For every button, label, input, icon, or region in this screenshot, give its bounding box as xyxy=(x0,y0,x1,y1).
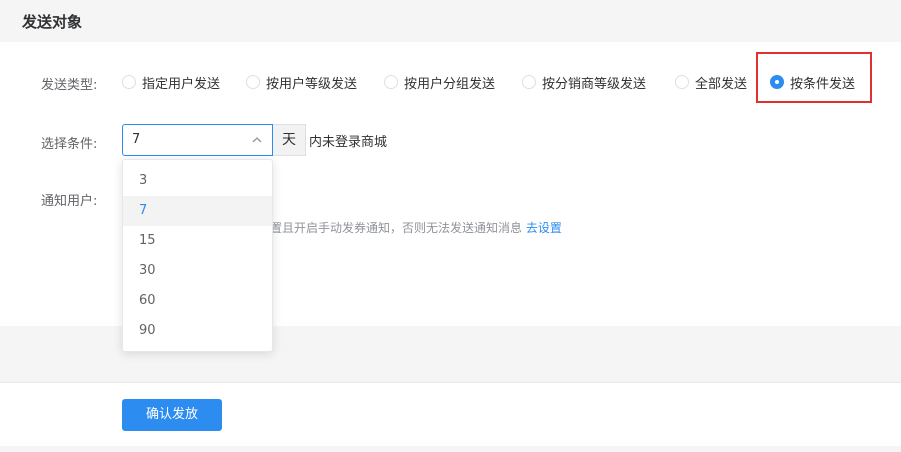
radio-by-user-group[interactable]: 按用户分组发送 xyxy=(384,72,495,92)
section-title: 发送对象 xyxy=(22,13,83,31)
select-value: 7 xyxy=(132,132,141,147)
notify-label: 通知用户: xyxy=(41,194,98,209)
notify-hint-text: 置且开启手动发券通知，否则无法发送通知消息 xyxy=(270,221,523,235)
condition-days-dropdown: 3 7 15 30 60 90 xyxy=(122,159,273,352)
condition-label: 选择条件: xyxy=(41,137,98,152)
radio-label: 全部发送 xyxy=(695,76,748,92)
chevron-up-icon xyxy=(252,137,262,143)
radio-send-all[interactable]: 全部发送 xyxy=(675,72,747,92)
notify-hint: 置且开启手动发券通知，否则无法发送通知消息 去设置 xyxy=(270,219,562,236)
go-settings-link[interactable]: 去设置 xyxy=(526,221,562,235)
days-unit-addon: 天 xyxy=(273,124,306,156)
divider xyxy=(0,382,901,383)
radio-circle-icon xyxy=(675,75,689,89)
radio-specified-users[interactable]: 指定用户发送 xyxy=(122,72,220,92)
dropdown-option-30[interactable]: 30 xyxy=(123,256,272,286)
radio-circle-icon xyxy=(246,75,260,89)
confirm-issue-button[interactable]: 确认发放 xyxy=(122,399,222,431)
radio-by-distributor-level[interactable]: 按分销商等级发送 xyxy=(522,72,646,92)
send-type-label: 发送类型: xyxy=(41,78,98,93)
condition-suffix-text: 内未登录商城 xyxy=(309,135,388,150)
radio-label: 按用户分组发送 xyxy=(404,76,496,92)
dropdown-option-7[interactable]: 7 xyxy=(123,196,272,226)
radio-label: 按用户等级发送 xyxy=(266,76,358,92)
dropdown-option-15[interactable]: 15 xyxy=(123,226,272,256)
dropdown-option-3[interactable]: 3 xyxy=(123,166,272,196)
radio-label: 按分销商等级发送 xyxy=(542,76,647,92)
highlight-box xyxy=(756,52,872,103)
radio-by-user-level[interactable]: 按用户等级发送 xyxy=(246,72,357,92)
condition-days-select[interactable]: 7 xyxy=(122,124,273,156)
radio-label: 指定用户发送 xyxy=(142,76,221,92)
section-header: 发送对象 xyxy=(0,0,901,42)
bottom-bar xyxy=(0,446,901,452)
radio-circle-icon xyxy=(122,75,136,89)
dropdown-option-60[interactable]: 60 xyxy=(123,286,272,316)
radio-circle-icon xyxy=(522,75,536,89)
dropdown-option-90[interactable]: 90 xyxy=(123,316,272,346)
radio-circle-icon xyxy=(384,75,398,89)
